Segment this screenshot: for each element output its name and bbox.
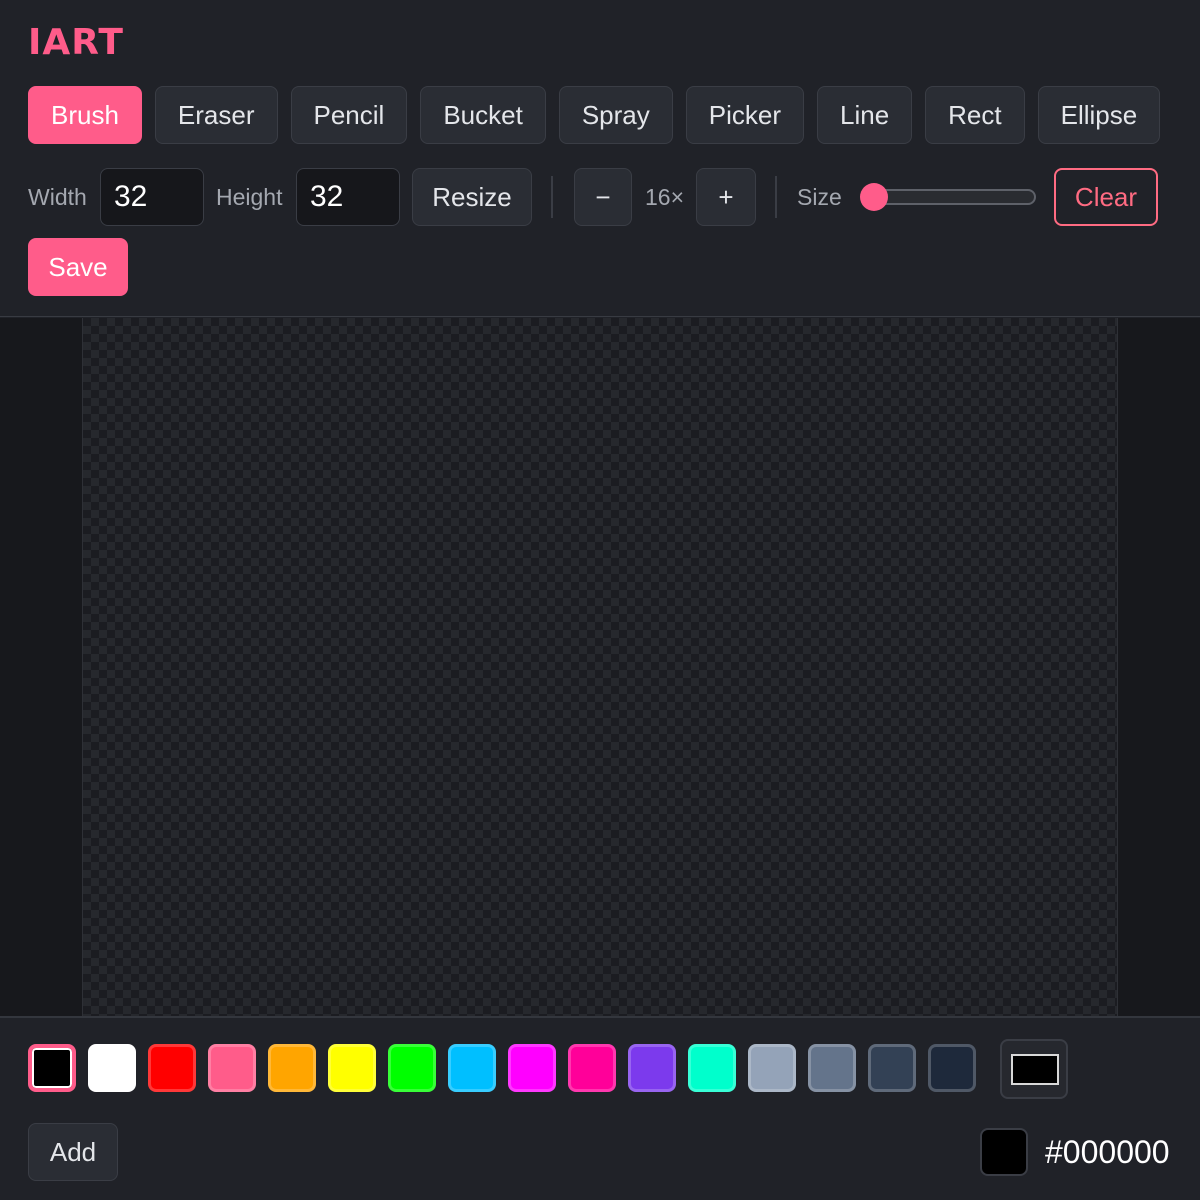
color-swatch[interactable]	[748, 1044, 796, 1092]
color-swatch[interactable]	[868, 1044, 916, 1092]
color-swatch[interactable]	[568, 1044, 616, 1092]
tool-line-button[interactable]: Line	[817, 86, 913, 144]
app-logo: IART	[28, 22, 124, 63]
toolbar-header: IART Brush Eraser Pencil Bucket Spray Pi…	[0, 0, 1200, 317]
current-color-hex: #000000	[1045, 1134, 1170, 1170]
color-swatch[interactable]	[28, 1044, 76, 1092]
save-button[interactable]: Save	[28, 238, 128, 296]
color-swatch[interactable]	[268, 1044, 316, 1092]
color-swatch[interactable]	[388, 1044, 436, 1092]
width-label: Width	[28, 184, 87, 210]
canvas-settings-row: Width 32 Height 32 Resize − 16× + Size C…	[28, 168, 1178, 226]
color-swatch[interactable]	[88, 1044, 136, 1092]
height-label: Height	[216, 184, 283, 210]
tool-ellipse-button[interactable]: Ellipse	[1037, 86, 1161, 144]
zoom-in-button[interactable]: +	[696, 168, 756, 226]
zoom-level: 16×	[645, 184, 685, 210]
slider-track	[868, 189, 1036, 205]
color-swatch[interactable]	[448, 1044, 496, 1092]
brush-size-slider[interactable]	[860, 183, 1036, 211]
current-color-preview	[1011, 1054, 1059, 1085]
add-color-button[interactable]: Add	[28, 1123, 118, 1181]
slider-thumb[interactable]	[860, 183, 888, 211]
color-swatch[interactable]	[928, 1044, 976, 1092]
color-swatch[interactable]	[628, 1044, 676, 1092]
tool-group: Brush Eraser Pencil Bucket Spray Picker …	[28, 86, 1161, 144]
zoom-out-button[interactable]: −	[574, 168, 632, 226]
palette-footer: Add #000000	[0, 1016, 1200, 1200]
current-color-picker[interactable]	[1000, 1039, 1068, 1099]
color-swatch[interactable]	[508, 1044, 556, 1092]
drawing-canvas[interactable]	[82, 318, 1118, 1016]
height-input[interactable]: 32	[296, 168, 400, 226]
tool-pencil-button[interactable]: Pencil	[290, 86, 408, 144]
tool-rect-button[interactable]: Rect	[925, 86, 1025, 144]
tool-brush-button[interactable]: Brush	[28, 86, 142, 144]
tool-eraser-button[interactable]: Eraser	[154, 86, 278, 144]
current-color-swatch	[980, 1128, 1028, 1176]
workspace	[0, 318, 1200, 1016]
tool-bucket-button[interactable]: Bucket	[420, 86, 546, 144]
width-input[interactable]: 32	[100, 168, 204, 226]
divider	[551, 176, 553, 218]
tool-spray-button[interactable]: Spray	[558, 86, 673, 144]
color-swatch[interactable]	[148, 1044, 196, 1092]
resize-button[interactable]: Resize	[412, 168, 532, 226]
color-swatch[interactable]	[208, 1044, 256, 1092]
clear-button[interactable]: Clear	[1054, 168, 1158, 226]
color-swatch[interactable]	[328, 1044, 376, 1092]
tool-picker-button[interactable]: Picker	[685, 86, 804, 144]
color-swatch[interactable]	[688, 1044, 736, 1092]
color-swatch[interactable]	[808, 1044, 856, 1092]
divider	[775, 176, 777, 218]
size-label: Size	[797, 184, 842, 210]
